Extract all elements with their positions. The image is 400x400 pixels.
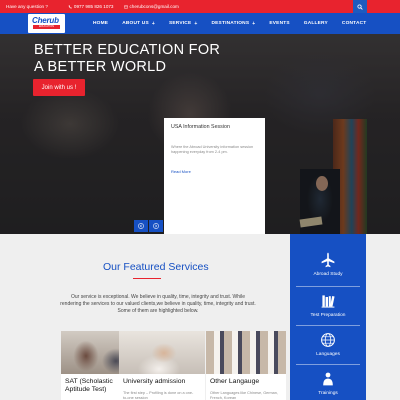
services-sidebar: Abroad Study Test Preparation Languages … [290, 234, 366, 400]
sidebar-item-trainings[interactable]: Trainings [290, 371, 366, 396]
nav-item-destinations[interactable]: DESTINATIONS + [211, 21, 255, 27]
sidebar-divider [296, 325, 360, 326]
nav-item-service[interactable]: SERVICE + [169, 21, 198, 27]
nav-item-about-us[interactable]: ABOUT US + [122, 21, 155, 27]
session-title: USA Information Session [171, 124, 230, 130]
section-description: Our service is exceptional. We believe i… [60, 294, 256, 314]
card-body: Other Languages like Chinese, German, Fr… [210, 391, 278, 400]
slider-prev-button[interactable] [134, 220, 148, 232]
service-card-university-admission[interactable]: University admission The first step – Pr… [119, 331, 205, 400]
card-body: The first step – Profiling is done on a … [123, 391, 194, 400]
nav-item-events[interactable]: EVENTS [269, 21, 289, 26]
globe-icon [321, 333, 335, 347]
section-title: Our Featured Services [103, 261, 209, 273]
session-body: Where the Abroad University information … [171, 145, 254, 155]
arrow-right-icon [153, 223, 159, 229]
mail-icon [123, 5, 128, 8]
nav-item-contact[interactable]: CONTACT [342, 21, 367, 26]
dropdown-plus-icon: + [151, 20, 155, 27]
email-link[interactable]: cherubcons@gmail.com [123, 4, 179, 9]
dropdown-plus-icon: + [194, 20, 198, 27]
service-card-other-language[interactable]: Other Langauge Other Languages like Chin… [206, 331, 286, 400]
sidebar-item-languages[interactable]: Languages [290, 332, 366, 357]
sidebar-item-label: Trainings [318, 391, 338, 396]
question-text: Have any question ? [6, 4, 48, 9]
arrow-left-icon [138, 223, 144, 229]
page: Have any question ? 0977 985 826 1073 ch… [0, 0, 400, 400]
card-title: Other Langauge [210, 378, 260, 385]
main-navbar: Cherub EDUCATION HOME ABOUT US + SERVICE +… [0, 13, 400, 34]
email-address: cherubcons@gmail.com [129, 4, 179, 9]
top-info-bar: Have any question ? 0977 985 826 1073 ch… [0, 0, 400, 13]
join-button[interactable]: Join with us ! [33, 79, 85, 96]
search-button[interactable] [353, 0, 367, 13]
sidebar-divider [296, 286, 360, 287]
training-icon [323, 372, 333, 386]
nav-item-gallery[interactable]: GALLERY [304, 21, 328, 26]
sidebar-item-label: Test Preparation [310, 313, 346, 318]
search-icon [357, 3, 363, 10]
nav-menu: HOME ABOUT US + SERVICE + DESTINATIONS + EV… [93, 13, 380, 34]
site-logo[interactable]: Cherub EDUCATION [28, 14, 65, 33]
dropdown-plus-icon: + [252, 20, 256, 27]
admission-card-image [119, 331, 205, 374]
info-session-card: USA Information Session Where the Abroad… [164, 118, 265, 234]
sidebar-divider [296, 364, 360, 365]
logo-tagline: EDUCATION [33, 25, 60, 29]
phone-link[interactable]: 0977 985 826 1073 [68, 4, 114, 9]
language-card-image [206, 331, 286, 374]
hero-title: BETTER EDUCATION FOR A BETTER WORLD [34, 42, 221, 75]
phone-icon [68, 4, 72, 8]
card-title: University admission [123, 378, 186, 385]
slider-controls [134, 220, 163, 232]
slider-next-button[interactable] [149, 220, 163, 232]
sidebar-item-label: Abroad Study [313, 272, 343, 277]
sidebar-item-label: Languages [316, 352, 340, 357]
books-icon [321, 295, 335, 308]
title-underline [133, 278, 161, 280]
nav-item-home[interactable]: HOME [93, 21, 108, 26]
read-more-link[interactable]: Read More [171, 169, 258, 174]
sidebar-item-test-preparation[interactable]: Test Preparation [290, 293, 366, 318]
airplane-icon [321, 252, 335, 268]
logo-name: Cherub [32, 16, 59, 25]
sidebar-item-abroad-study[interactable]: Abroad Study [290, 252, 366, 277]
phone-number: 0977 985 826 1073 [73, 4, 114, 9]
